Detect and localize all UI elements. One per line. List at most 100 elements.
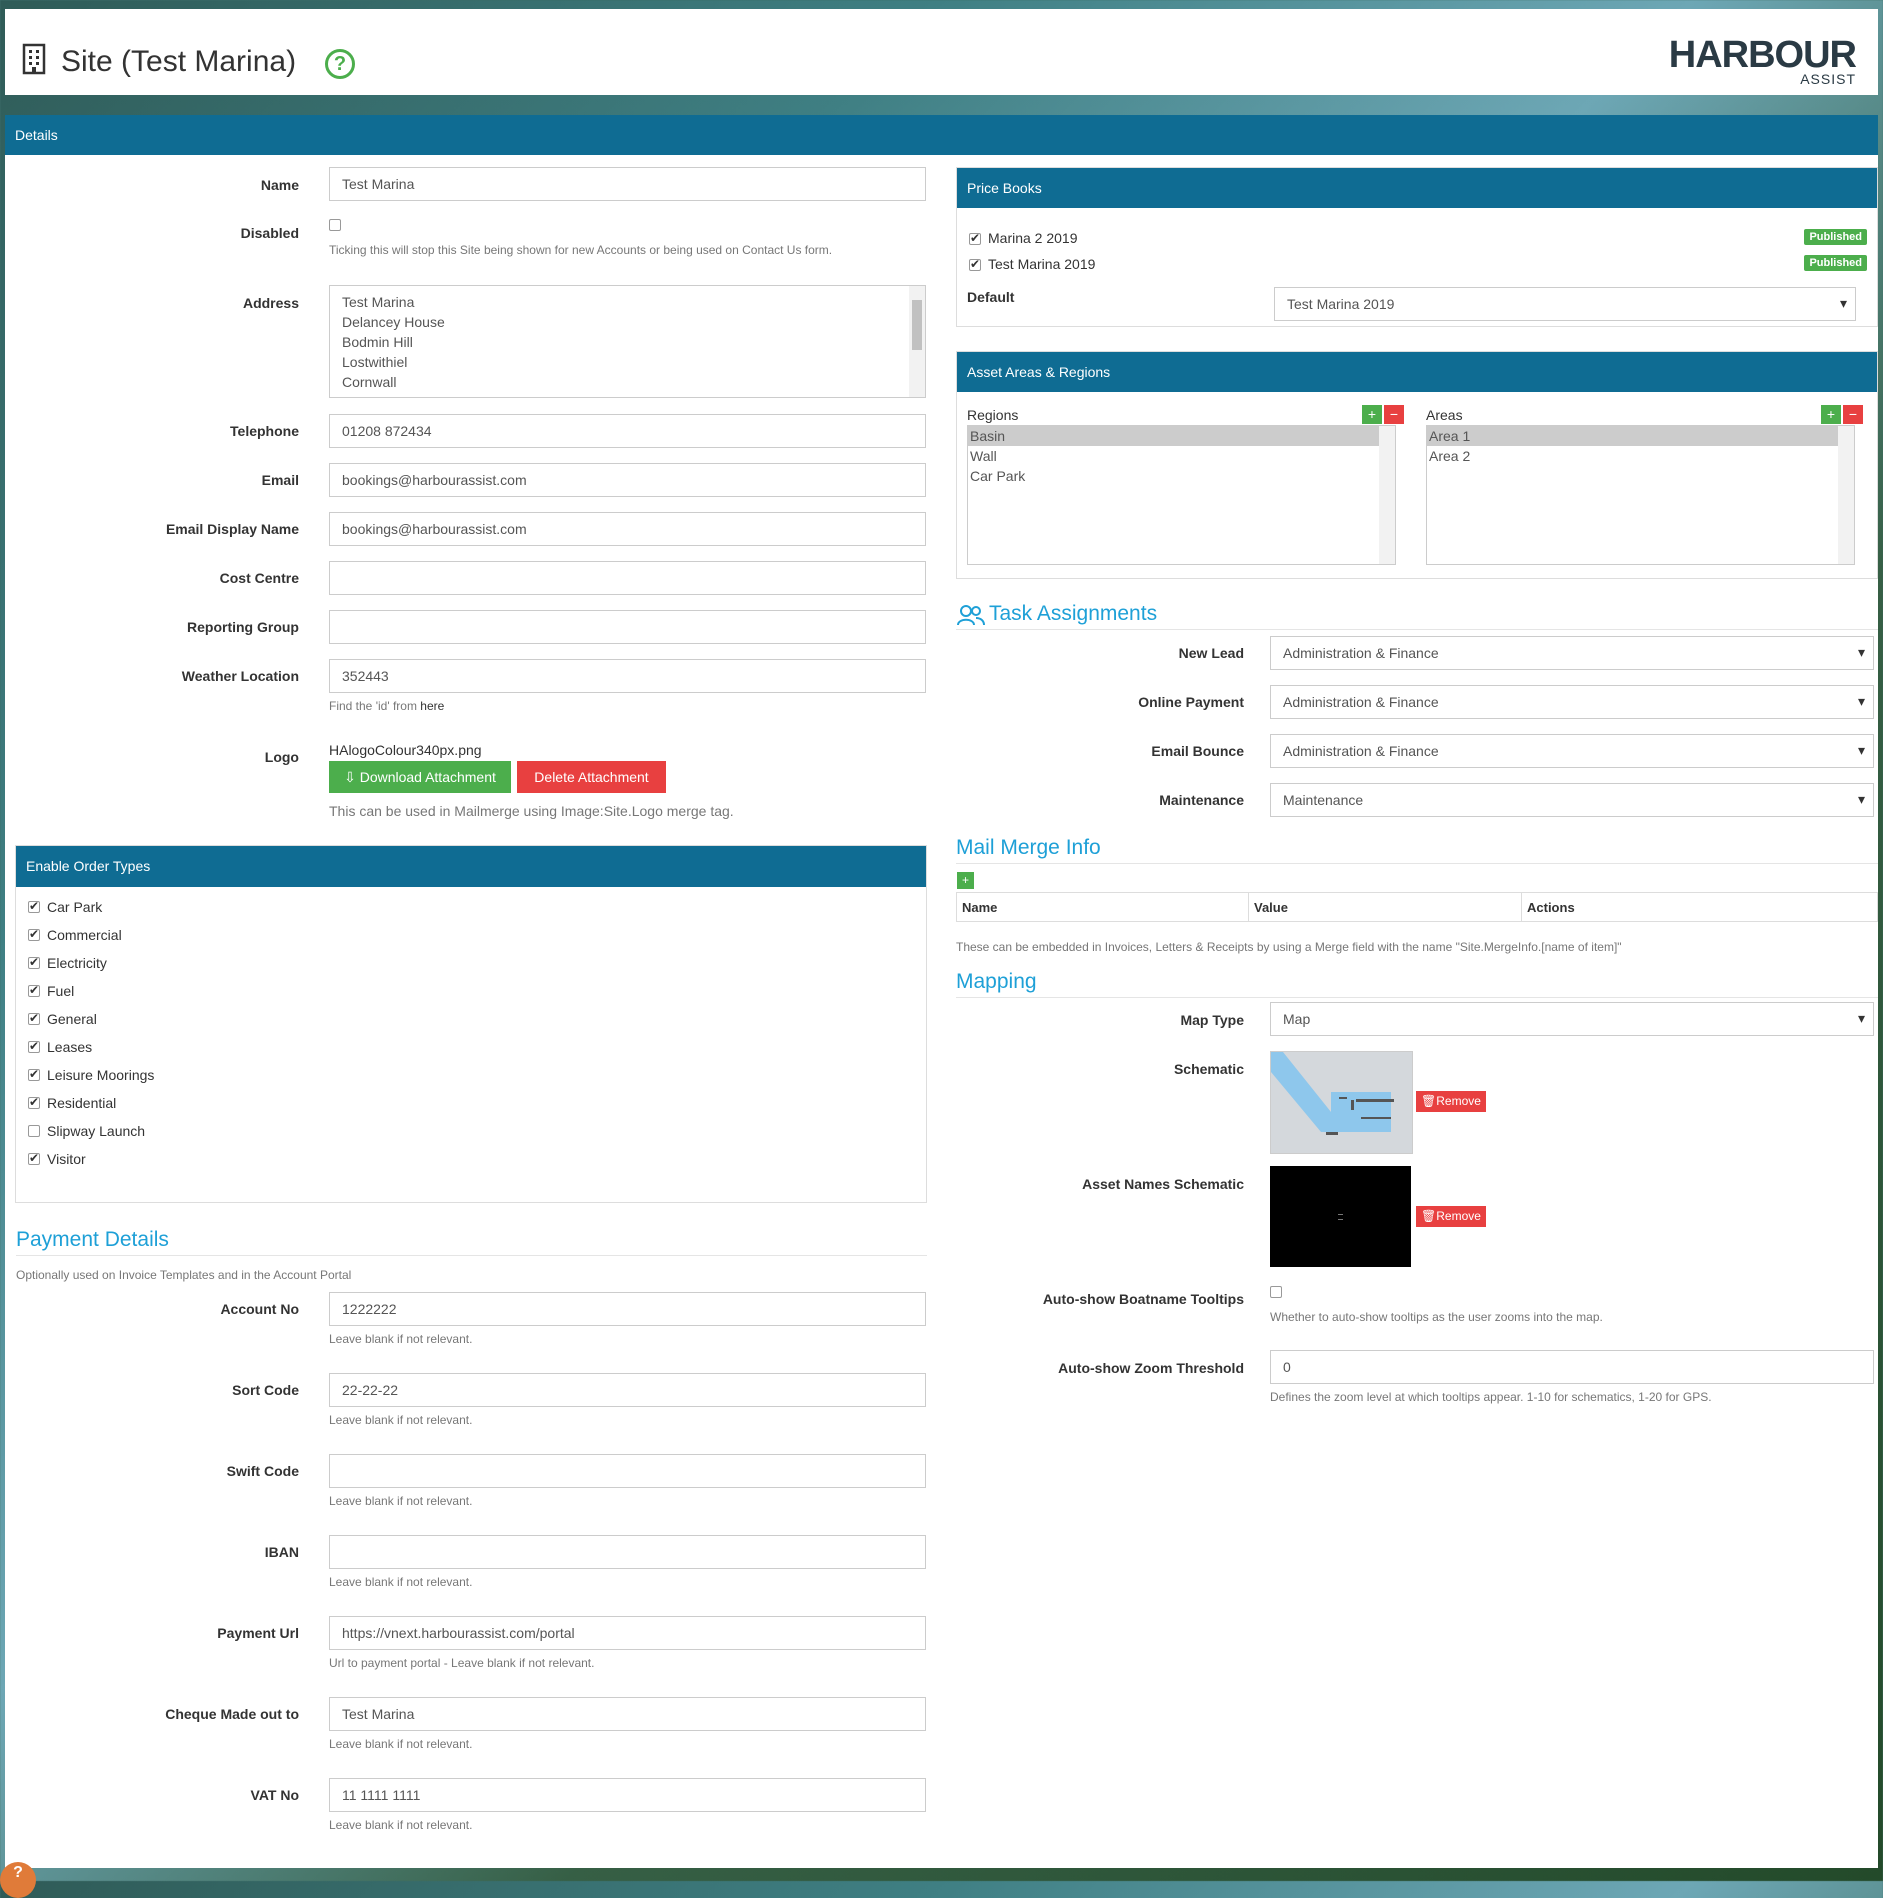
task-assignee-select[interactable]: Maintenance [1270, 783, 1874, 817]
order-type-checkbox[interactable] [28, 1125, 40, 1137]
order-type-checkbox[interactable] [28, 1039, 40, 1053]
download-attachment-button[interactable]: ⇩ Download Attachment [329, 761, 511, 793]
map-type-select[interactable]: Map [1270, 1002, 1874, 1036]
column-header-name[interactable]: Name [956, 892, 1249, 922]
order-type-checkbox[interactable] [28, 983, 40, 997]
order-type-checkbox[interactable] [28, 1151, 40, 1165]
weather-label: Weather Location [181, 668, 299, 684]
site-form: Details Name Test Marina Disabled Tickin… [5, 115, 1878, 1868]
delete-attachment-button[interactable]: Delete Attachment [517, 761, 666, 793]
areas-scrollbar[interactable] [1838, 426, 1854, 564]
asset-names-schematic-thumbnail[interactable] [1270, 1166, 1411, 1267]
support-widget-icon[interactable]: ? [0, 1862, 36, 1898]
details-bar: Details [5, 115, 1878, 155]
download-icon: ⇩ [344, 769, 360, 785]
zoom-threshold-input[interactable]: 0 [1270, 1350, 1874, 1384]
users-icon [957, 605, 985, 626]
mail-merge-hint: These can be embedded in Invoices, Lette… [956, 940, 1622, 954]
logo-filename: HAlogoColour340px.png [329, 742, 482, 758]
payment-field-input[interactable]: 11 1111 1111 [329, 1778, 926, 1812]
help-icon[interactable]: ? [325, 49, 355, 79]
area-item[interactable]: Area 1 [1427, 426, 1838, 446]
logo-hint: This can be used in Mailmerge using Imag… [329, 803, 734, 819]
price-book-checkbox[interactable] [969, 257, 981, 271]
payment-field-input[interactable] [329, 1535, 926, 1569]
order-type-checkbox[interactable] [28, 1011, 40, 1025]
disabled-hint: Ticking this will stop this Site being s… [329, 243, 833, 257]
address-line: Cornwall [342, 374, 397, 390]
name-input[interactable]: Test Marina [329, 167, 926, 201]
remove-asset-names-button[interactable]: 🗑Remove [1416, 1206, 1486, 1227]
regions-label: Regions [967, 407, 1019, 423]
order-type-label: General [47, 1011, 97, 1027]
email-label: Email [261, 472, 299, 488]
column-header-value[interactable]: Value [1248, 892, 1522, 922]
order-type-label: Commercial [47, 927, 122, 943]
areas-listbox[interactable]: Area 1 Area 2 [1426, 425, 1855, 565]
regions-scrollbar[interactable] [1379, 426, 1395, 564]
payment-field-label: Sort Code [232, 1382, 299, 1398]
region-item[interactable]: Basin [968, 426, 1379, 446]
order-type-checkbox[interactable] [28, 1067, 40, 1081]
order-type-checkbox[interactable] [28, 955, 40, 969]
disabled-checkbox[interactable] [329, 219, 341, 231]
payment-field-input[interactable] [329, 1454, 926, 1488]
add-area-button[interactable]: + [1821, 405, 1841, 424]
regions-listbox[interactable]: Basin Wall Car Park [967, 425, 1396, 565]
tooltips-checkbox[interactable] [1270, 1286, 1282, 1298]
payment-field-hint: Leave blank if not relevant. [329, 1413, 473, 1427]
schematic-thumbnail[interactable] [1270, 1051, 1413, 1154]
payment-field-hint: Url to payment portal - Leave blank if n… [329, 1656, 595, 1670]
address-textarea[interactable]: Test Marina Delancey House Bodmin Hill L… [329, 285, 926, 398]
default-price-book-select[interactable]: Test Marina 2019 [1274, 287, 1856, 321]
order-type-checkbox[interactable] [28, 927, 40, 941]
region-item[interactable]: Car Park [968, 466, 1395, 486]
payment-field-input[interactable]: 1222222 [329, 1292, 926, 1326]
area-item[interactable]: Area 2 [1427, 446, 1854, 466]
task-assignments-heading: Task Assignments [989, 602, 1158, 625]
disabled-label: Disabled [240, 225, 299, 241]
payment-details-heading: Payment Details [16, 1228, 169, 1251]
column-header-actions[interactable]: Actions [1521, 892, 1878, 922]
address-scrollbar[interactable] [909, 286, 925, 397]
price-book-checkbox[interactable] [969, 231, 981, 245]
order-types-bar: Enable Order Types [16, 846, 926, 887]
payment-field-hint: Leave blank if not relevant. [329, 1818, 473, 1832]
price-book-label: Test Marina 2019 [988, 256, 1096, 272]
task-assignee-select[interactable]: Administration & Finance [1270, 636, 1874, 670]
payment-field-input[interactable]: https://vnext.harbourassist.com/portal [329, 1616, 926, 1650]
weather-input[interactable]: 352443 [329, 659, 926, 693]
task-assignee-select[interactable]: Administration & Finance [1270, 734, 1874, 768]
order-type-checkbox[interactable] [28, 1095, 40, 1109]
email-display-label: Email Display Name [165, 521, 299, 537]
task-assignee-select[interactable]: Administration & Finance [1270, 685, 1874, 719]
status-badge: Published [1804, 229, 1867, 245]
payment-field-input[interactable]: 22-22-22 [329, 1373, 926, 1407]
email-input[interactable]: bookings@harbourassist.com [329, 463, 926, 497]
order-type-label: Fuel [47, 983, 75, 999]
name-label: Name [260, 177, 299, 193]
payment-field-input[interactable]: Test Marina [329, 1697, 926, 1731]
asset-areas-panel: Asset Areas & Regions Regions + − Basin … [956, 351, 1878, 579]
reporting-group-input[interactable] [329, 610, 926, 644]
harbour-assist-logo: HARBOUR ASSIST [1668, 34, 1857, 87]
address-label: Address [242, 295, 299, 311]
telephone-input[interactable]: 01208 872434 [329, 414, 926, 448]
region-item[interactable]: Wall [968, 446, 1395, 466]
order-type-checkbox[interactable] [28, 899, 40, 913]
remove-area-button[interactable]: − [1843, 405, 1863, 424]
payment-field-label: VAT No [250, 1787, 299, 1803]
order-type-label: Leases [47, 1039, 93, 1055]
add-merge-info-button[interactable]: + [957, 872, 974, 889]
weather-here-link[interactable]: here [420, 699, 444, 713]
remove-schematic-button[interactable]: 🗑Remove [1416, 1091, 1486, 1112]
payment-details-subtitle: Optionally used on Invoice Templates and… [16, 1268, 352, 1282]
remove-region-button[interactable]: − [1384, 405, 1404, 424]
email-display-input[interactable]: bookings@harbourassist.com [329, 512, 926, 546]
map-type-label: Map Type [1180, 1012, 1244, 1028]
trash-icon: 🗑 [1421, 1209, 1437, 1223]
order-type-label: Slipway Launch [47, 1123, 146, 1139]
task-label: New Lead [1178, 645, 1244, 661]
cost-centre-input[interactable] [329, 561, 926, 595]
add-region-button[interactable]: + [1362, 405, 1382, 424]
